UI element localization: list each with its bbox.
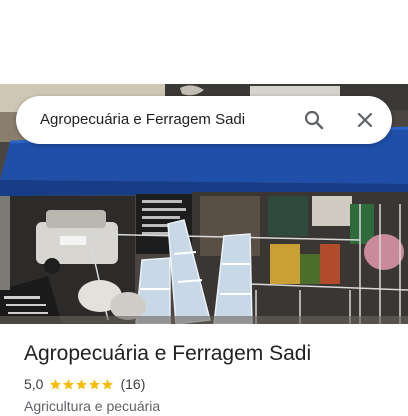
search-bar[interactable]: Agropecuária e Ferragem Sadi xyxy=(16,96,392,144)
star-icon xyxy=(76,378,88,389)
star-icon xyxy=(102,378,114,389)
search-icon[interactable] xyxy=(302,108,326,132)
close-icon[interactable] xyxy=(353,108,377,132)
place-category: Agricultura e pecuária xyxy=(24,398,161,414)
search-input[interactable]: Agropecuária e Ferragem Sadi xyxy=(40,96,245,144)
top-blank-area xyxy=(0,0,408,84)
star-icon xyxy=(89,378,101,389)
star-icon xyxy=(50,378,62,389)
rating-value: 5,0 xyxy=(24,376,44,392)
place-title: Agropecuária e Ferragem Sadi xyxy=(24,342,312,365)
star-rating xyxy=(49,378,114,391)
star-icon xyxy=(63,378,75,389)
review-count[interactable]: (16) xyxy=(120,376,145,392)
rating-row[interactable]: 5,0 (16) xyxy=(24,374,145,394)
